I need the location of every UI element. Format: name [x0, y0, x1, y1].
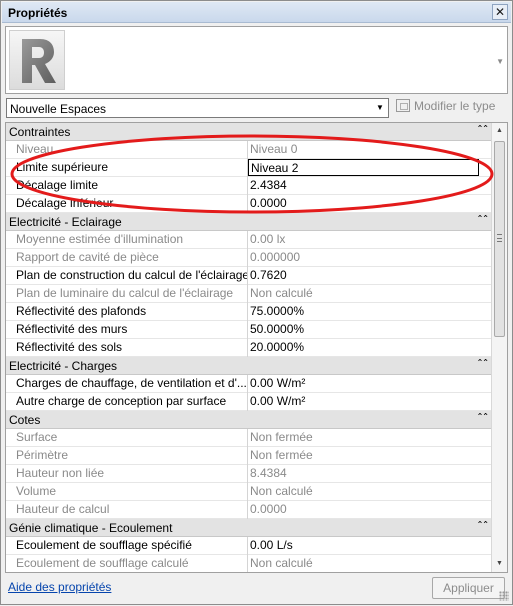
- property-name: Rapport de cavité de pièce: [6, 249, 248, 267]
- property-value[interactable]: 0.7620: [248, 267, 492, 285]
- property-row: Ecoulement de soufflage calculé Non calcu…: [6, 555, 492, 572]
- property-name: Plan de construction du calcul de l'écla…: [6, 267, 248, 285]
- property-name: Réflectivité des murs: [6, 321, 248, 339]
- property-row: Décalage inférieur 0.0000: [6, 195, 492, 213]
- collapse-icon[interactable]: ⌃⌃: [477, 520, 489, 529]
- type-selector-dropdown[interactable]: Nouvelle Espaces ▼: [6, 98, 389, 118]
- property-name: Réflectivité des sols: [6, 339, 248, 357]
- grip-icon: [497, 234, 502, 242]
- property-name: Décalage inférieur: [6, 195, 248, 213]
- property-row: Rapport de cavité de pièce 0.000000: [6, 249, 492, 267]
- preview-scroll-arrow-icon[interactable]: ▼: [496, 57, 504, 66]
- group-name: Electricité - Charges: [9, 359, 118, 373]
- property-grid: Contraintes ⌃⌃ Niveau Niveau 0 Limite supéri…: [5, 122, 508, 573]
- property-name: Réflectivité des plafonds: [6, 303, 248, 321]
- property-row: Limite supérieure Niveau 2: [6, 159, 492, 177]
- group-header[interactable]: Electricité - Charges ⌃⌃: [6, 357, 492, 375]
- collapse-icon[interactable]: ⌃⌃: [477, 214, 489, 223]
- group-header[interactable]: Cotes ⌃⌃: [6, 411, 492, 429]
- property-name: Niveau: [6, 141, 248, 159]
- title-bar: Propriétés ✕: [2, 2, 511, 23]
- edit-type-button[interactable]: Modifier le type: [396, 99, 495, 117]
- property-row: Volume Non calculé: [6, 483, 492, 501]
- property-rows: Contraintes ⌃⌃ Niveau Niveau 0 Limite supéri…: [6, 123, 492, 572]
- type-selector-value: Nouvelle Espaces: [10, 102, 107, 116]
- property-name: Moyenne estimée d'illumination: [6, 231, 248, 249]
- property-value[interactable]: 2.4384: [248, 177, 492, 195]
- property-value[interactable]: 0.0000: [248, 195, 492, 213]
- property-name: Limite supérieure: [6, 159, 248, 177]
- collapse-icon[interactable]: ⌃⌃: [477, 412, 489, 421]
- close-icon[interactable]: ✕: [492, 4, 508, 20]
- property-value[interactable]: 0.00 W/m²: [248, 375, 492, 393]
- type-preview[interactable]: ▼: [5, 26, 508, 94]
- property-row: Périmètre Non fermée: [6, 447, 492, 465]
- property-value: 0.00 lx: [250, 232, 286, 246]
- property-name: Décalage limite: [6, 177, 248, 195]
- property-value[interactable]: 0.00 L/s: [248, 537, 492, 555]
- properties-panel: Propriétés ✕ ▼ Nouvelle Espaces ▼ Modifi…: [0, 0, 513, 605]
- property-value-input[interactable]: Niveau 2: [248, 159, 479, 176]
- vertical-scrollbar[interactable]: ▲ ▼: [491, 123, 507, 572]
- property-name: Ecoulement de soufflage spécifié: [6, 537, 248, 555]
- property-value: Non fermée: [250, 448, 313, 462]
- collapse-icon[interactable]: ⌃⌃: [477, 358, 489, 367]
- property-row: Autre charge de conception par surface 0.…: [6, 393, 492, 411]
- property-value: Niveau 0: [250, 142, 298, 156]
- property-row: Moyenne estimée d'illumination 0.00 lx: [6, 231, 492, 249]
- property-row: Charges de chauffage, de ventilation et …: [6, 375, 492, 393]
- property-name: Autre charge de conception par surface: [6, 393, 248, 411]
- property-value[interactable]: 20.0000%: [248, 339, 492, 357]
- group-header[interactable]: Contraintes ⌃⌃: [6, 123, 492, 141]
- property-row: Réflectivité des murs 50.0000%: [6, 321, 492, 339]
- property-row: Ecoulement de soufflage spécifié 0.00 L/s: [6, 537, 492, 555]
- property-value[interactable]: 75.0000%: [248, 303, 492, 321]
- help-link[interactable]: Aide des propriétés: [8, 580, 111, 594]
- property-name: Volume: [6, 483, 248, 501]
- property-value: Non calculé: [250, 286, 313, 300]
- resize-grip-icon[interactable]: [499, 591, 509, 601]
- edit-type-icon: [396, 99, 410, 112]
- property-name: Plan de luminaire du calcul de l'éclaira…: [6, 285, 248, 303]
- chevron-down-icon[interactable]: ▼: [372, 99, 388, 117]
- property-value: Non calculé: [250, 484, 313, 498]
- property-value: 8.4384: [250, 466, 287, 480]
- property-name: Hauteur de calcul: [6, 501, 248, 519]
- property-name: Périmètre: [6, 447, 248, 465]
- property-row: Réflectivité des sols 20.0000%: [6, 339, 492, 357]
- property-row: Niveau Niveau 0: [6, 141, 492, 159]
- property-row: Décalage limite 2.4384: [6, 177, 492, 195]
- group-name: Cotes: [9, 413, 41, 427]
- property-row: Plan de luminaire du calcul de l'éclaira…: [6, 285, 492, 303]
- property-value: Non fermée: [250, 430, 313, 444]
- group-name: Electricité - Eclairage: [9, 215, 122, 229]
- edit-type-label: Modifier le type: [414, 99, 496, 113]
- property-name: Hauteur non liée: [6, 465, 248, 483]
- property-value: 0.0000: [250, 502, 287, 516]
- group-header[interactable]: Electricité - Eclairage ⌃⌃: [6, 213, 492, 231]
- property-name: Ecoulement de soufflage calculé: [6, 555, 248, 572]
- property-row: Surface Non fermée: [6, 429, 492, 447]
- property-value: 0.000000: [250, 250, 301, 264]
- apply-button[interactable]: Appliquer: [432, 577, 505, 599]
- property-value: Non calculé: [250, 556, 313, 570]
- property-value[interactable]: 0.00 W/m²: [248, 393, 492, 411]
- collapse-icon[interactable]: ⌃⌃: [477, 124, 489, 133]
- property-name: Charges de chauffage, de ventilation et …: [6, 375, 248, 393]
- property-name: Surface: [6, 429, 248, 447]
- revit-logo-icon: [9, 30, 65, 90]
- property-row: Plan de construction du calcul de l'écla…: [6, 267, 492, 285]
- panel-title: Propriétés: [8, 6, 68, 20]
- property-row: Réflectivité des plafonds 75.0000%: [6, 303, 492, 321]
- scroll-down-icon[interactable]: ▼: [492, 556, 507, 572]
- scroll-up-icon[interactable]: ▲: [492, 123, 507, 139]
- group-name: Génie climatique - Ecoulement: [9, 521, 173, 535]
- group-name: Contraintes: [9, 125, 71, 139]
- property-value[interactable]: 50.0000%: [248, 321, 492, 339]
- group-header[interactable]: Génie climatique - Ecoulement ⌃⌃: [6, 519, 492, 537]
- scrollbar-thumb[interactable]: [494, 141, 505, 337]
- property-row: Hauteur non liée 8.4384: [6, 465, 492, 483]
- property-row: Hauteur de calcul 0.0000: [6, 501, 492, 519]
